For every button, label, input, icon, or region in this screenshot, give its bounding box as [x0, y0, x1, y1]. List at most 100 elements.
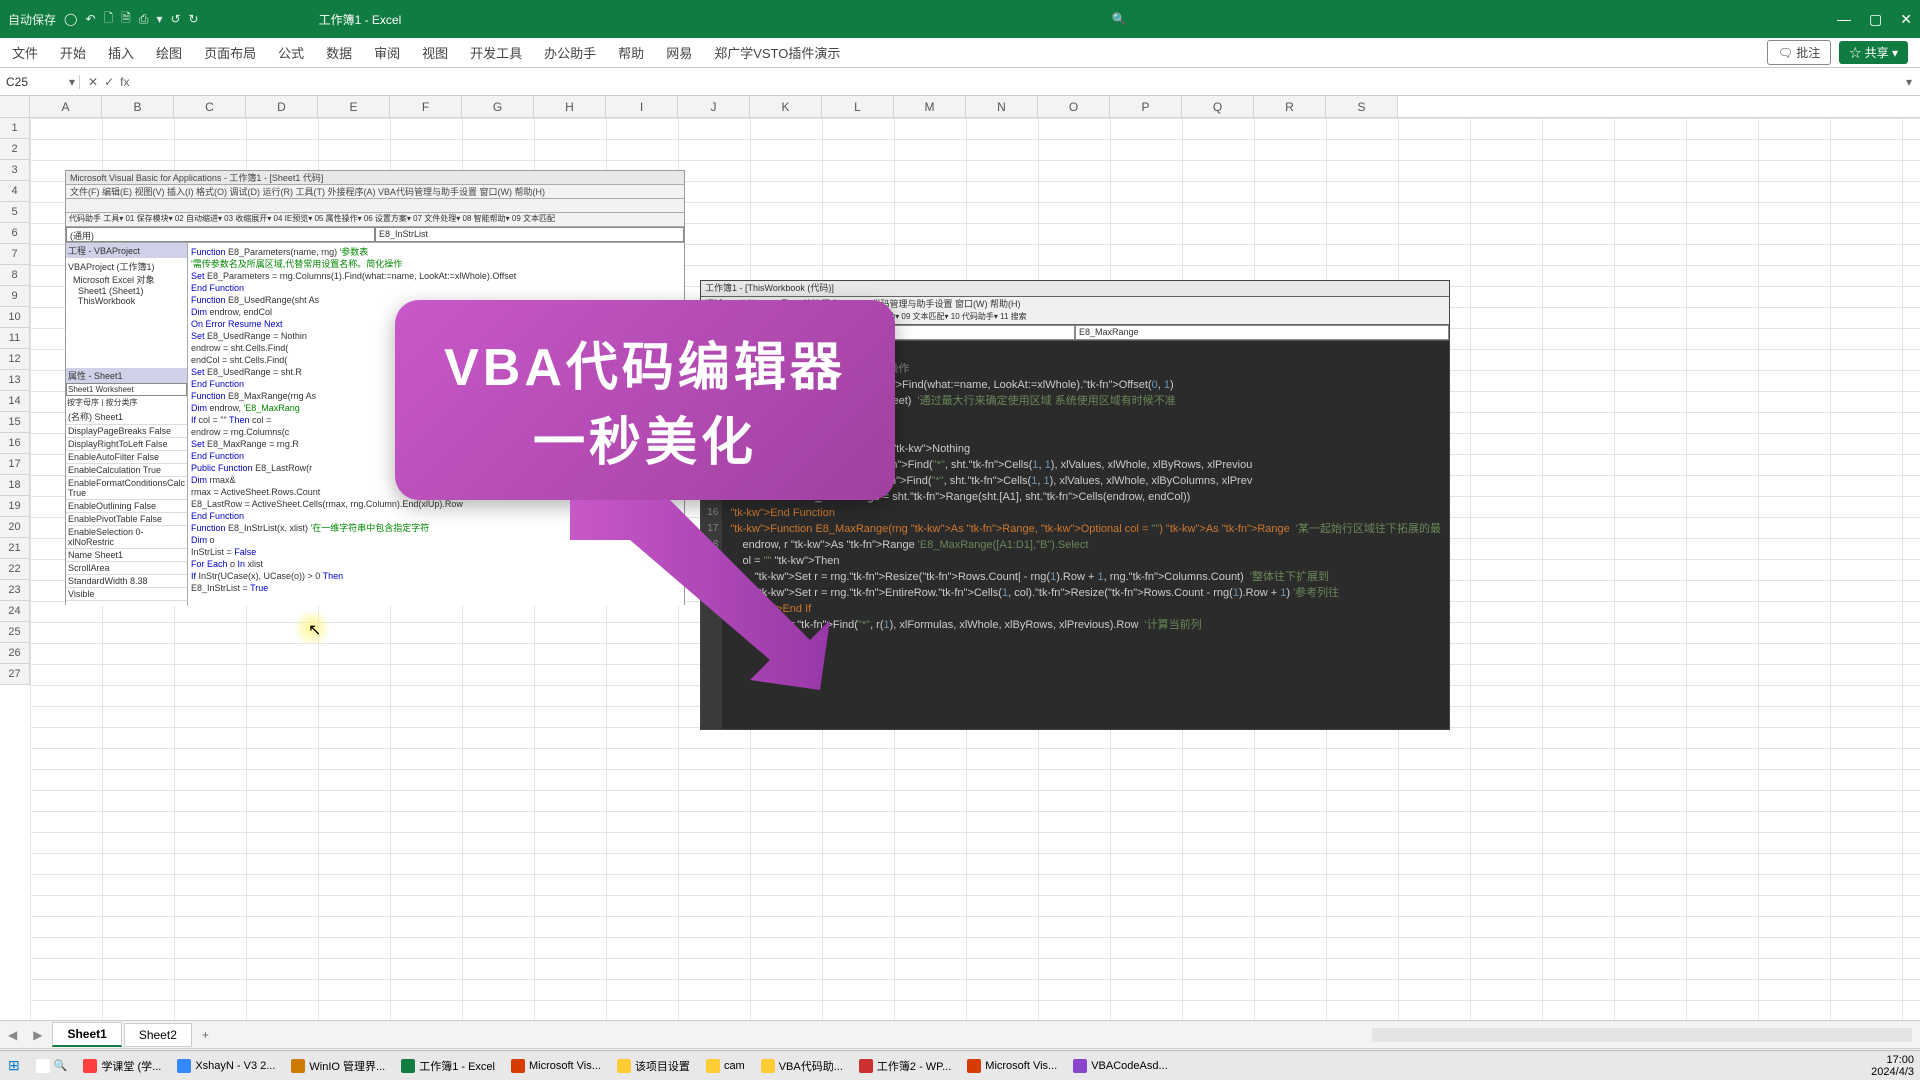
col-header[interactable]: K — [750, 96, 822, 117]
row-header[interactable]: 5 — [0, 202, 30, 223]
properties-tabs[interactable]: 按字母序 | 按分类序 — [66, 396, 187, 409]
taskbar-item[interactable]: VBACodeAsd... — [1065, 1051, 1175, 1080]
row-header[interactable]: 13 — [0, 370, 30, 391]
taskbar-item[interactable]: 学课堂 (学... — [75, 1051, 169, 1080]
formula-enter-icon[interactable]: ✓ — [104, 75, 114, 89]
row-header[interactable]: 12 — [0, 349, 30, 370]
taskbar-item[interactable]: WinIO 管理界... — [283, 1051, 393, 1080]
search-icon[interactable]: 🔍 — [1112, 12, 1127, 26]
taskbar-item[interactable]: VBA代码助... — [753, 1051, 851, 1080]
row-header[interactable]: 22 — [0, 559, 30, 580]
col-header[interactable]: E — [318, 96, 390, 117]
col-header[interactable]: P — [1110, 96, 1182, 117]
taskbar-item[interactable]: 工作簿2 - WP... — [851, 1051, 959, 1080]
col-header[interactable]: O — [1038, 96, 1110, 117]
row-header[interactable]: 25 — [0, 622, 30, 643]
col-header[interactable]: G — [462, 96, 534, 117]
row-header[interactable]: 21 — [0, 538, 30, 559]
tab-netease[interactable]: 网易 — [666, 43, 692, 62]
row-header[interactable]: 27 — [0, 664, 30, 685]
share-button[interactable]: ☆ 共享 ▾ — [1839, 41, 1908, 64]
row-header[interactable]: 6 — [0, 223, 30, 244]
select-all-corner[interactable] — [0, 96, 30, 117]
vba-light-toolbar2[interactable]: 代码助手 工具▾ 01 保存模块▾ 02 自动缩进▾ 03 收缩展开▾ 04 I… — [66, 213, 684, 227]
qat-print-icon[interactable]: ⎙ — [139, 12, 149, 27]
taskbar-item[interactable]: Microsoft Vis... — [503, 1051, 609, 1080]
maximize-button[interactable]: ▢ — [1869, 11, 1882, 28]
col-header[interactable]: R — [1254, 96, 1326, 117]
taskbar-clock[interactable]: 17:002024/4/3 — [1871, 1054, 1920, 1078]
tab-file[interactable]: 文件 — [12, 43, 38, 62]
qat-save-icon[interactable]: 🗎 — [121, 9, 131, 30]
vba-dark-proc-dropdown[interactable]: E8_MaxRange — [1075, 325, 1449, 340]
taskbar-item[interactable]: Microsoft Vis... — [959, 1051, 1065, 1080]
col-header[interactable]: J — [678, 96, 750, 117]
formula-expand-icon[interactable]: ▾ — [1898, 75, 1920, 89]
sheet-nav-prev-icon[interactable]: ◀ — [0, 1028, 25, 1042]
tab-data[interactable]: 数据 — [326, 43, 352, 62]
taskbar-item[interactable]: 🔍 — [28, 1051, 76, 1080]
comments-button[interactable]: 🗨 批注 — [1767, 40, 1832, 65]
col-header[interactable]: L — [822, 96, 894, 117]
tab-view[interactable]: 视图 — [422, 43, 448, 62]
row-header[interactable]: 15 — [0, 412, 30, 433]
tab-review[interactable]: 审阅 — [374, 43, 400, 62]
row-header[interactable]: 2 — [0, 139, 30, 160]
row-header[interactable]: 1 — [0, 118, 30, 139]
tab-developer[interactable]: 开发工具 — [470, 43, 522, 62]
col-header[interactable]: A — [30, 96, 102, 117]
row-header[interactable]: 8 — [0, 265, 30, 286]
row-header[interactable]: 16 — [0, 433, 30, 454]
col-header[interactable]: M — [894, 96, 966, 117]
tab-vsto[interactable]: 郑广学VSTO插件演示 — [714, 43, 840, 62]
col-header[interactable]: N — [966, 96, 1038, 117]
col-header[interactable]: B — [102, 96, 174, 117]
formula-cancel-icon[interactable]: ✕ — [88, 75, 98, 89]
row-header[interactable]: 4 — [0, 181, 30, 202]
autosave-toggle[interactable]: ◯ — [64, 12, 77, 26]
row-header[interactable]: 14 — [0, 391, 30, 412]
row-header[interactable]: 9 — [0, 286, 30, 307]
project-explorer[interactable]: 工程 - VBAProject VBAProject (工作簿1) Micros… — [66, 243, 188, 606]
qat-more-icon[interactable]: ▾ — [156, 12, 162, 26]
tab-office[interactable]: 办公助手 — [544, 43, 596, 62]
row-header[interactable]: 24 — [0, 601, 30, 622]
taskbar-item[interactable]: cam — [698, 1051, 753, 1080]
minimize-button[interactable]: — — [1837, 11, 1851, 28]
horizontal-scrollbar[interactable] — [1372, 1028, 1912, 1042]
row-header[interactable]: 19 — [0, 496, 30, 517]
start-button[interactable]: ⊞ — [0, 1051, 28, 1080]
col-header[interactable]: H — [534, 96, 606, 117]
tab-formulas[interactable]: 公式 — [278, 43, 304, 62]
qat-undo2-icon[interactable]: ↺ — [170, 12, 180, 26]
qat-new-icon[interactable]: 🗋 — [104, 9, 114, 30]
col-header[interactable]: Q — [1182, 96, 1254, 117]
vba-light-proc-dropdown[interactable]: E8_InStrList — [375, 227, 684, 242]
tab-insert[interactable]: 插入 — [108, 43, 134, 62]
qat-undo-icon[interactable]: ↶ — [85, 12, 95, 26]
row-header[interactable]: 20 — [0, 517, 30, 538]
vba-light-object-dropdown[interactable]: (通用) — [66, 227, 375, 242]
tab-pagelayout[interactable]: 页面布局 — [204, 43, 256, 62]
row-header[interactable]: 3 — [0, 160, 30, 181]
tab-home[interactable]: 开始 — [60, 43, 86, 62]
row-header[interactable]: 18 — [0, 475, 30, 496]
col-header[interactable]: S — [1326, 96, 1398, 117]
row-header[interactable]: 26 — [0, 643, 30, 664]
tab-draw[interactable]: 绘图 — [156, 43, 182, 62]
close-button[interactable]: ✕ — [1900, 11, 1912, 28]
sheet-nav-next-icon[interactable]: ▶ — [25, 1028, 50, 1042]
vba-light-menubar[interactable]: 文件(F) 编辑(E) 视图(V) 插入(I) 格式(O) 调试(D) 运行(R… — [66, 185, 684, 199]
add-sheet-button[interactable]: + — [202, 1028, 209, 1042]
col-header[interactable]: C — [174, 96, 246, 117]
sheet-tab[interactable]: Sheet1 — [52, 1022, 121, 1047]
fx-icon[interactable]: fx — [120, 75, 129, 89]
taskbar-item[interactable]: 工作簿1 - Excel — [393, 1051, 503, 1080]
name-box-dropdown-icon[interactable]: ▾ — [69, 75, 75, 89]
row-header[interactable]: 7 — [0, 244, 30, 265]
name-box[interactable]: C25 ▾ — [0, 75, 80, 89]
tab-help[interactable]: 帮助 — [618, 43, 644, 62]
taskbar-item[interactable]: XshayN - V3 2... — [169, 1051, 283, 1080]
col-header[interactable]: I — [606, 96, 678, 117]
qat-redo-icon[interactable]: ↻ — [189, 12, 199, 26]
